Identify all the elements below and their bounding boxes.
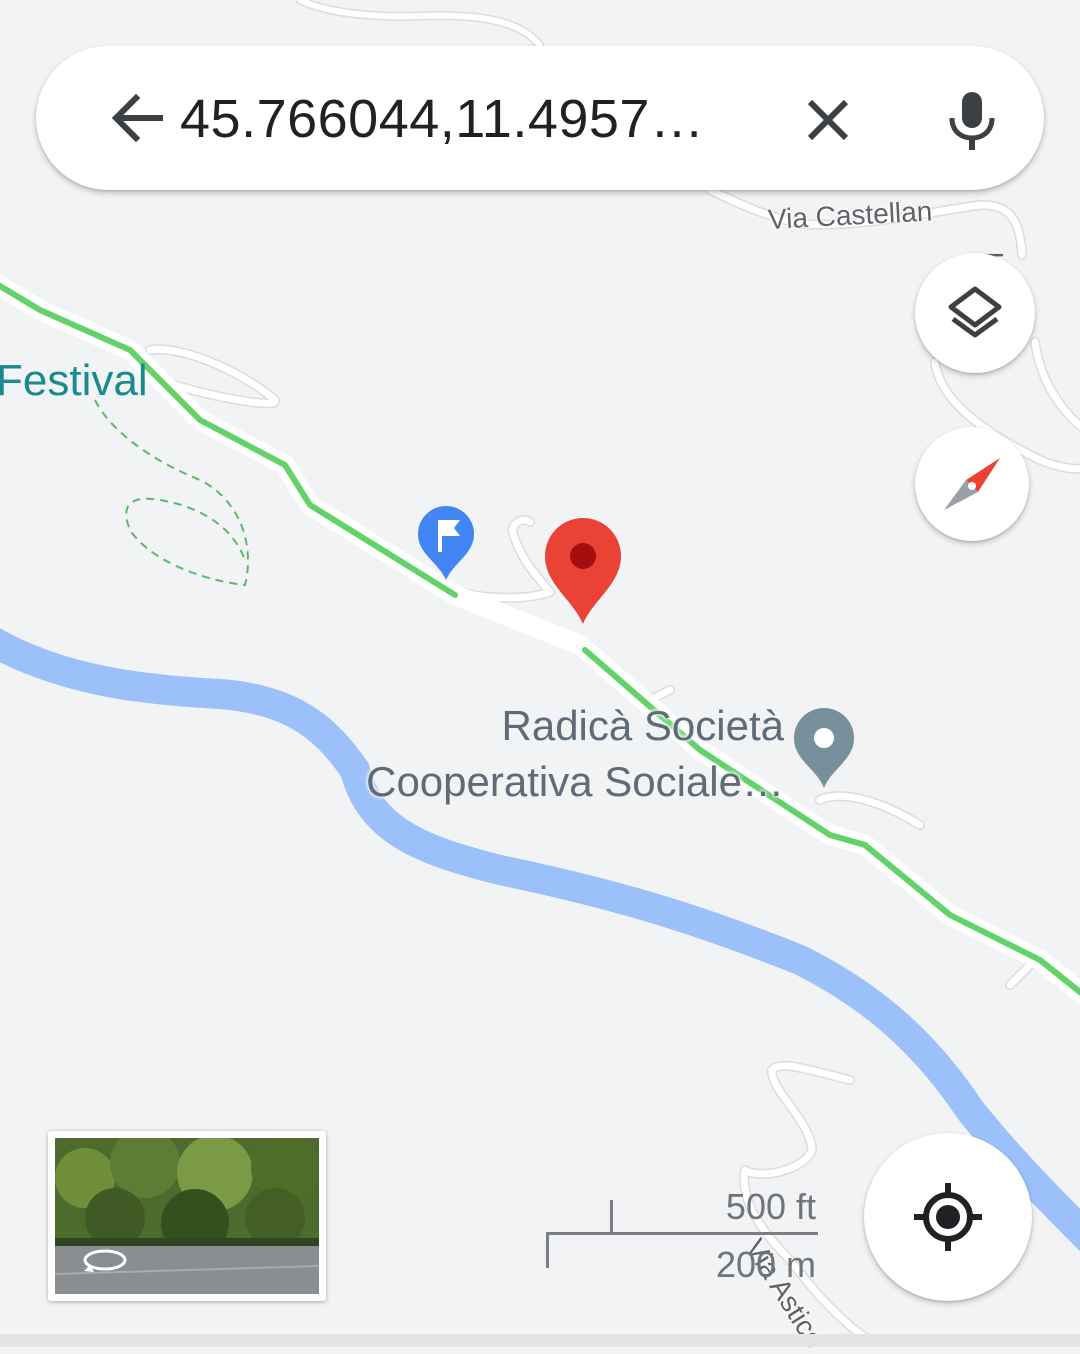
poi-label-festival[interactable]: Festival — [0, 356, 148, 406]
poi-label-line2: Cooperativa Sociale… — [366, 758, 784, 805]
scale-tick — [610, 1200, 613, 1234]
map-scale: 500 ft 200 m — [546, 1186, 818, 1285]
my-location-icon — [914, 1183, 982, 1251]
microphone-icon[interactable] — [942, 88, 1002, 152]
my-location-button[interactable] — [864, 1133, 1032, 1301]
compass-button[interactable] — [915, 427, 1029, 541]
poi-label-line1: Radicà Società — [501, 702, 785, 749]
compass-icon — [944, 458, 1000, 510]
360-rotate-icon — [83, 1249, 127, 1272]
layers-button[interactable] — [915, 253, 1035, 373]
poi-label-radica[interactable]: Radicà Società Cooperativa Sociale… — [334, 698, 784, 810]
scale-bar — [546, 1232, 818, 1235]
search-bar[interactable]: 45.766044,11.4957… — [36, 46, 1044, 190]
scale-imperial-label: 500 ft — [725, 1186, 816, 1227]
scale-tick — [546, 1232, 549, 1268]
search-input[interactable]: 45.766044,11.4957… — [180, 84, 780, 154]
back-arrow-icon[interactable] — [110, 90, 166, 146]
scale-metric-label: 200 m — [715, 1244, 816, 1285]
close-icon[interactable] — [800, 92, 856, 148]
layers-icon — [948, 286, 1002, 338]
street-view-thumbnail[interactable] — [48, 1131, 326, 1301]
bottom-sheet-edge[interactable] — [0, 1334, 1080, 1347]
